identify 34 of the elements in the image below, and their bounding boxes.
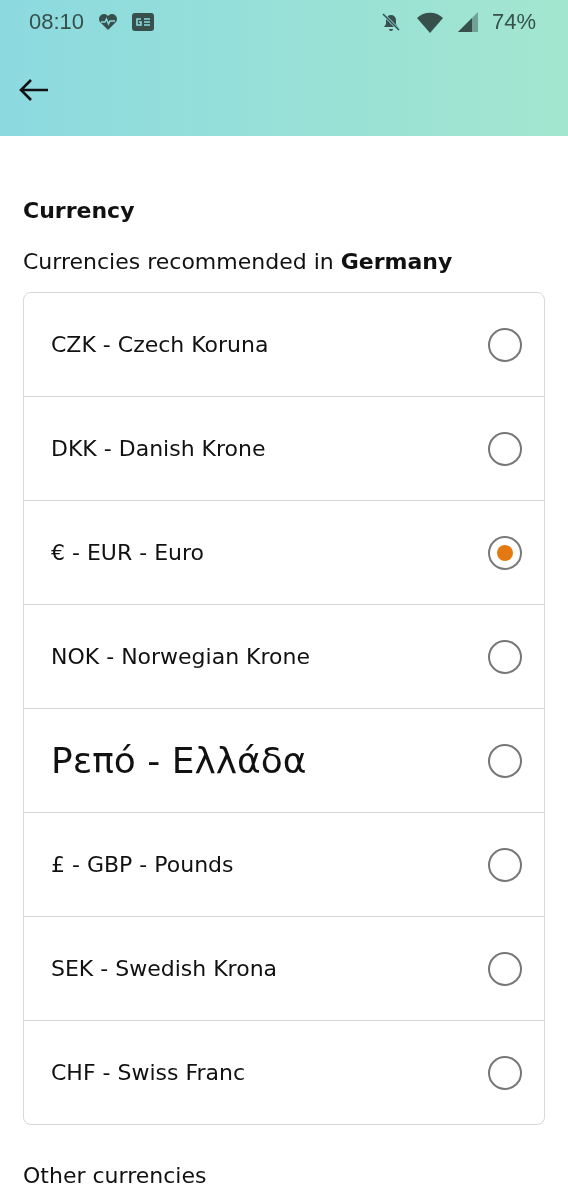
currency-label: Ρεπό - Ελλάδα xyxy=(51,740,308,781)
currency-option[interactable]: CHF - Swiss Franc xyxy=(24,1021,544,1124)
currency-option[interactable]: CZK - Czech Koruna xyxy=(24,293,544,397)
currency-option[interactable]: £ - GBP - Pounds xyxy=(24,813,544,917)
currency-option[interactable]: NOK - Norwegian Krone xyxy=(24,605,544,709)
heart-pulse-icon xyxy=(98,13,119,31)
radio-button[interactable] xyxy=(488,431,522,466)
other-currencies-title: Other currencies xyxy=(23,1163,208,1188)
radio-button[interactable] xyxy=(488,1055,522,1090)
currency-label: DKK - Danish Krone xyxy=(51,436,267,461)
radio-button[interactable] xyxy=(488,639,522,674)
currency-label: NOK - Norwegian Krone xyxy=(51,644,312,669)
section-title: Currency xyxy=(23,198,136,223)
currency-label: CHF - Swiss Franc xyxy=(51,1060,247,1085)
currency-label: SEK - Swedish Krona xyxy=(51,956,279,981)
currency-label: € - EUR - Euro xyxy=(51,540,205,565)
currency-option[interactable]: DKK - Danish Krone xyxy=(24,397,544,501)
radio-button[interactable] xyxy=(488,847,522,882)
radio-button[interactable] xyxy=(488,535,522,570)
currency-option[interactable]: Ρεπό - Ελλάδα xyxy=(24,709,544,813)
signal-icon xyxy=(457,12,478,32)
currency-label: £ - GBP - Pounds xyxy=(51,852,235,877)
news-icon xyxy=(132,13,155,31)
wifi-icon xyxy=(415,11,444,33)
currency-option[interactable]: SEK - Swedish Krona xyxy=(24,917,544,1021)
currency-label: CZK - Czech Koruna xyxy=(51,332,270,357)
currency-option[interactable]: € - EUR - Euro xyxy=(24,501,544,605)
radio-button[interactable] xyxy=(488,327,522,362)
battery-percent: 74% xyxy=(491,9,536,35)
bell-off-icon xyxy=(379,11,402,33)
radio-button[interactable] xyxy=(488,951,522,986)
radio-button[interactable] xyxy=(488,743,522,778)
section-subtitle: Currencies recommended in Germany xyxy=(23,249,454,274)
status-time: 08:10 xyxy=(29,9,85,35)
